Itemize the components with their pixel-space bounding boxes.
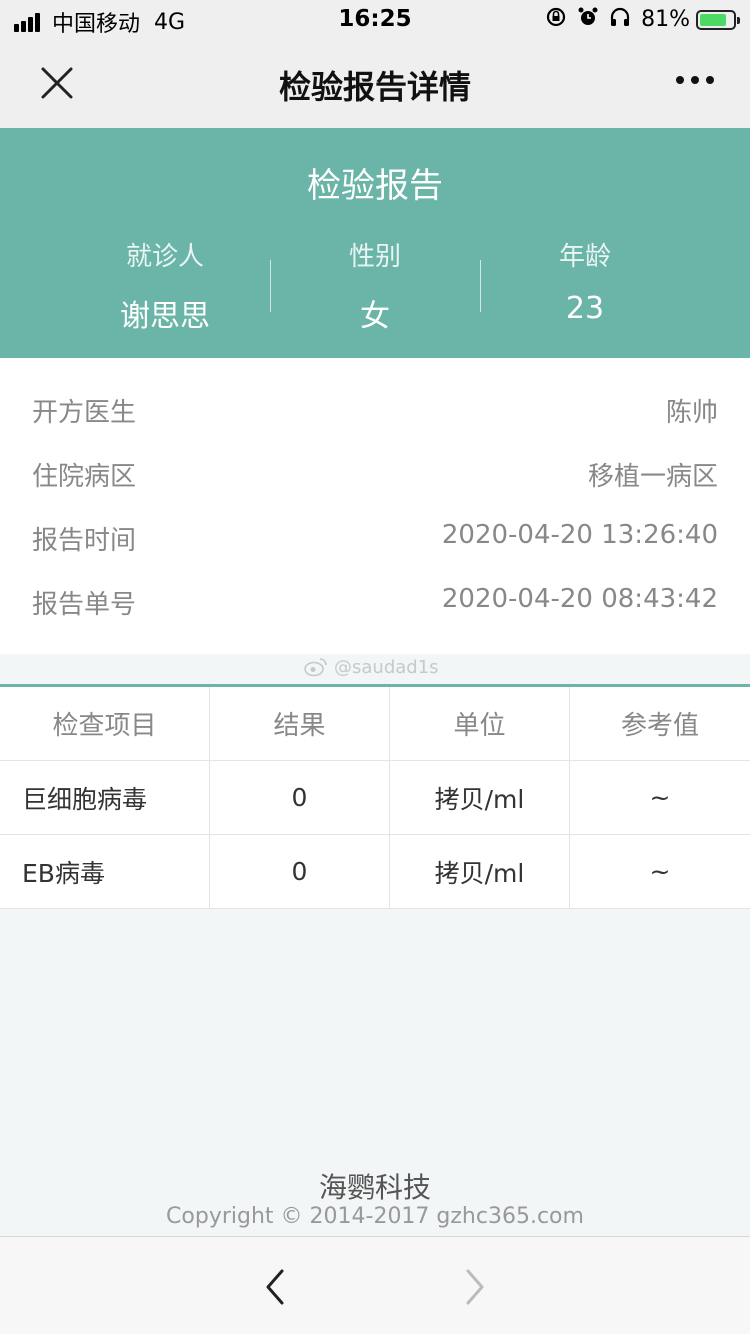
back-arrow-icon[interactable] — [260, 1267, 290, 1307]
column-divider — [480, 260, 481, 312]
table-cell: 0 — [210, 761, 390, 834]
table-cell: 拷贝/ml — [390, 761, 570, 834]
info-value: 陈帅 — [665, 398, 718, 428]
table-cell: 巨细胞病毒 — [0, 761, 210, 834]
watermark: @saudad1s — [304, 654, 439, 680]
table-row: EB病毒 0 拷贝/ml ~ — [0, 835, 750, 909]
info-label: 报告单号 — [32, 590, 137, 620]
age-label: 年龄 — [558, 242, 611, 272]
patient-name-column: 就诊人 谢思思 — [0, 236, 270, 334]
copyright-text: Copyright © 2014-2017 gzhc365.com — [166, 1204, 584, 1229]
gender-label: 性别 — [348, 242, 401, 272]
info-value: 2020-04-20 08:43:42 — [441, 584, 718, 614]
patient-value: 谢思思 — [120, 299, 210, 334]
info-label: 报告时间 — [32, 526, 137, 556]
weibo-icon — [304, 658, 327, 677]
patient-label: 就诊人 — [125, 242, 204, 272]
rotation-lock-icon — [545, 6, 567, 33]
battery-icon — [696, 9, 740, 30]
nav-bar: 检验报告详情 — [0, 40, 750, 128]
info-row-report-number: 报告单号 2020-04-20 08:43:42 — [32, 584, 718, 624]
table-cell: ~ — [649, 857, 671, 886]
info-label: 开方医生 — [32, 398, 137, 428]
table-cell: EB病毒 — [0, 835, 210, 908]
status-right: 81% — [535, 6, 740, 33]
battery-fill — [700, 13, 726, 26]
table-cell: 拷贝/ml — [390, 835, 570, 908]
gender-value: 女 — [360, 299, 390, 334]
screen: 中国移动 4G 16:25 81% 检验报告详情 检验报告 就诊人 谢思思 性别… — [0, 0, 750, 1334]
alarm-icon — [577, 6, 599, 33]
age-column: 年龄 23 — [480, 236, 750, 326]
nav-title: 检验报告详情 — [278, 68, 471, 106]
table-header-cell: 参考值 — [620, 711, 699, 741]
info-value: 2020-04-20 13:26:40 — [441, 520, 718, 550]
info-label: 住院病区 — [32, 462, 137, 492]
table-row: 巨细胞病毒 0 拷贝/ml ~ — [0, 761, 750, 835]
report-header: 检验报告 就诊人 谢思思 性别 女 年龄 23 — [0, 128, 750, 358]
watermark-text: @saudad1s — [334, 656, 439, 678]
results-table: 检查项目 结果 单位 参考值 巨细胞病毒 0 拷贝/ml ~ EB病毒 0 拷贝… — [0, 687, 750, 909]
age-value: 23 — [565, 291, 605, 326]
table-header-cell: 检查项目 — [0, 687, 210, 760]
bottom-toolbar — [0, 1236, 750, 1334]
company-name: 海鹦科技 — [318, 1171, 431, 1204]
report-info: 开方医生 陈帅 住院病区 移植一病区 报告时间 2020-04-20 13:26… — [0, 358, 750, 654]
status-bar: 中国移动 4G 16:25 81% — [0, 0, 750, 40]
more-icon[interactable] — [669, 76, 714, 84]
table-header-row: 检查项目 结果 单位 参考值 — [0, 687, 750, 761]
info-value: 移植一病区 — [587, 462, 718, 492]
info-row-doctor: 开方医生 陈帅 — [32, 392, 718, 432]
table-cell: 0 — [210, 835, 390, 908]
table-cell: ~ — [649, 783, 671, 812]
column-divider — [270, 260, 271, 312]
forward-arrow-icon[interactable] — [460, 1267, 490, 1307]
table-header-cell: 单位 — [390, 687, 570, 760]
gender-column: 性别 女 — [270, 236, 480, 334]
report-title: 检验报告 — [307, 166, 443, 206]
headphones-icon — [609, 6, 631, 33]
patient-summary: 就诊人 谢思思 性别 女 年龄 23 — [0, 236, 750, 334]
battery-percent: 81% — [641, 7, 690, 32]
table-header-cell: 结果 — [210, 687, 390, 760]
info-row-ward: 住院病区 移植一病区 — [32, 456, 718, 496]
info-row-report-time: 报告时间 2020-04-20 13:26:40 — [32, 520, 718, 560]
